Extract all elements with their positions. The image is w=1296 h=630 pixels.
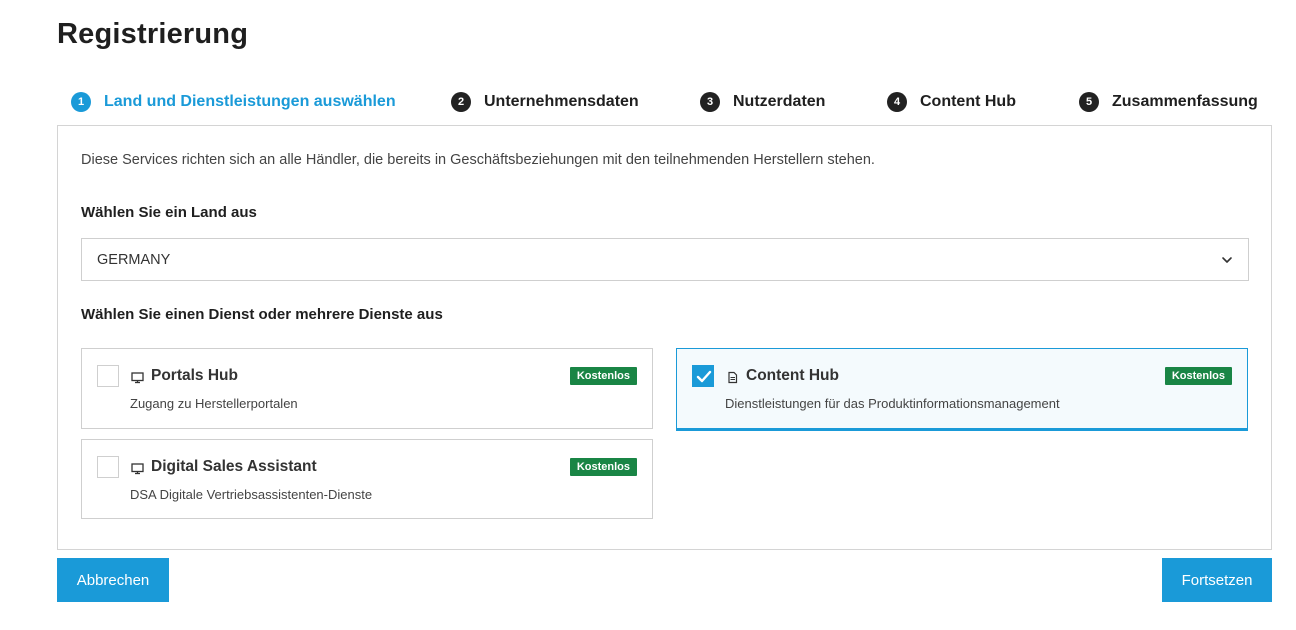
service-checkbox[interactable] — [97, 365, 119, 387]
services-label: Wählen Sie einen Dienst oder mehrere Die… — [81, 306, 443, 323]
continue-button[interactable]: Fortsetzen — [1162, 558, 1272, 602]
service-title: Portals Hub — [151, 367, 238, 384]
country-select[interactable]: GERMANY — [81, 238, 1249, 281]
step-4-content-hub[interactable]: 4 Content Hub — [887, 78, 1016, 126]
service-card-content-hub[interactable]: Content Hub Dienstleistungen für das Pro… — [676, 348, 1248, 431]
monitor-icon — [131, 371, 144, 383]
cancel-button[interactable]: Abbrechen — [57, 558, 169, 602]
step-label: Land und Dienstleistungen auswählen — [104, 93, 396, 110]
step-number: 1 — [71, 92, 91, 112]
step-number: 4 — [887, 92, 907, 112]
step-number: 5 — [1079, 92, 1099, 112]
step-number: 3 — [700, 92, 720, 112]
service-title: Digital Sales Assistant — [151, 458, 317, 475]
country-select-value: GERMANY — [97, 251, 171, 268]
step-5-summary[interactable]: 5 Zusammenfassung — [1079, 78, 1258, 126]
stepper: 1 Land und Dienstleistungen auswählen 2 … — [57, 78, 1272, 127]
service-card-portals-hub[interactable]: Portals Hub Zugang zu Herstellerportalen… — [81, 348, 653, 429]
service-checkbox-checked[interactable] — [692, 365, 714, 387]
step-label: Nutzerdaten — [733, 93, 826, 110]
page-title: Registrierung — [57, 18, 249, 50]
service-checkbox[interactable] — [97, 456, 119, 478]
service-description: DSA Digitale Vertriebsassistenten-Dienst… — [130, 487, 373, 502]
country-label: Wählen Sie ein Land aus — [81, 204, 257, 221]
step-2-company-data[interactable]: 2 Unternehmensdaten — [451, 78, 639, 126]
free-badge: Kostenlos — [569, 458, 637, 476]
service-description: Zugang zu Herstellerportalen — [130, 396, 298, 411]
monitor-icon — [131, 462, 144, 474]
free-badge: Kostenlos — [1164, 367, 1232, 385]
step-label: Unternehmensdaten — [484, 93, 639, 110]
registration-panel: Diese Services richten sich an alle Händ… — [57, 125, 1272, 550]
step-1-country-services[interactable]: 1 Land und Dienstleistungen auswählen — [57, 78, 410, 127]
service-description: Dienstleistungen für das Produktinformat… — [725, 396, 1060, 411]
document-icon — [728, 371, 738, 383]
step-3-user-data[interactable]: 3 Nutzerdaten — [700, 78, 825, 126]
checkmark-icon — [696, 370, 712, 383]
service-title: Content Hub — [746, 367, 839, 384]
free-badge: Kostenlos — [569, 367, 637, 385]
intro-text: Diese Services richten sich an alle Händ… — [81, 152, 875, 168]
step-label: Zusammenfassung — [1112, 93, 1258, 110]
step-label: Content Hub — [920, 93, 1016, 110]
service-card-digital-sales-assistant[interactable]: Digital Sales Assistant DSA Digitale Ver… — [81, 439, 653, 519]
step-number: 2 — [451, 92, 471, 112]
chevron-down-icon — [1222, 257, 1232, 263]
